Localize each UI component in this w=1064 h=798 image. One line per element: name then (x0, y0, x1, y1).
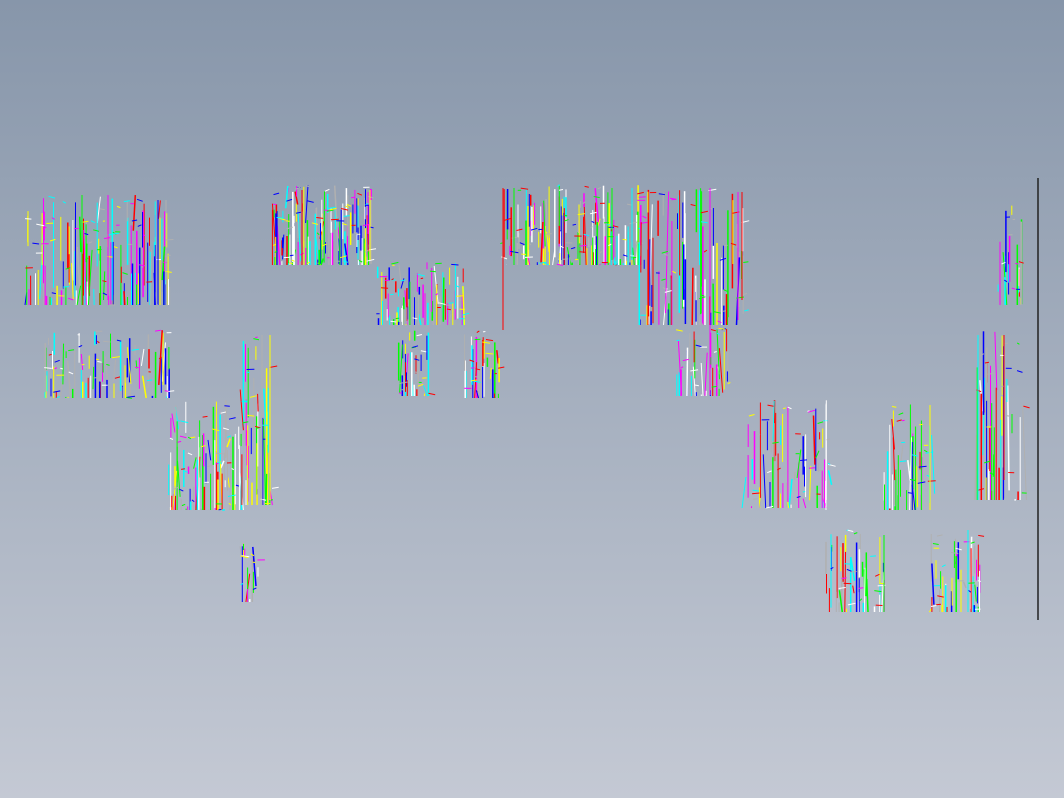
geometry-stroke (691, 267, 694, 326)
geometry-stroke (752, 498, 758, 500)
geometry-stroke (165, 239, 174, 241)
geometry-stroke (330, 218, 339, 221)
geometry-stroke (92, 366, 95, 390)
drawing-canvas[interactable] (0, 0, 1064, 798)
geometry-stroke (103, 340, 111, 343)
geometry-stroke (722, 310, 726, 312)
geometry-stroke (150, 249, 152, 306)
geometry-stroke (579, 244, 587, 247)
geometry-stroke (392, 264, 395, 267)
geometry-stroke (255, 336, 258, 339)
geometry-stroke (843, 582, 852, 585)
geometry-stroke (802, 491, 806, 493)
geometry-stroke (984, 361, 989, 364)
geometry-stroke (181, 468, 185, 470)
geometry-stroke (215, 452, 224, 455)
geometry-stroke (800, 459, 808, 461)
geometry-stroke (81, 363, 85, 366)
geometry-stroke (752, 492, 760, 495)
geometry-stroke (168, 390, 175, 392)
geometry-stroke (723, 244, 728, 247)
geometry-stroke (257, 393, 259, 412)
geometry-stroke (858, 587, 864, 589)
geometry-stroke (807, 410, 810, 412)
geometry-stroke (456, 295, 464, 297)
geometry-stroke (351, 196, 355, 199)
geometry-stroke (146, 379, 153, 382)
geometry-stroke (562, 258, 569, 260)
cad-viewport[interactable] (0, 0, 1064, 798)
geometry-stroke (25, 218, 32, 220)
geometry-stroke (217, 462, 223, 464)
geometry-stroke (458, 299, 462, 301)
geometry-stroke (395, 317, 400, 320)
geometry-stroke (808, 467, 816, 469)
geometry-stroke (429, 270, 436, 273)
geometry-stroke (902, 419, 905, 422)
geometry-stroke (442, 277, 445, 322)
geometry-stroke (123, 291, 126, 306)
geometry-stroke (380, 287, 389, 289)
geometry-stroke (899, 460, 907, 463)
geometry-stroke (142, 234, 146, 236)
geometry-stroke (93, 288, 95, 306)
geometry-stroke (1015, 262, 1019, 265)
geometry-stroke (420, 277, 424, 280)
geometry-stroke (285, 220, 290, 222)
geometry-stroke (575, 258, 579, 261)
geometry-stroke (215, 462, 219, 465)
geometry-stroke (489, 352, 492, 372)
geometry-stroke (711, 385, 717, 388)
geometry-stroke (712, 283, 715, 326)
geometry-stroke (289, 254, 294, 257)
geometry-stroke (202, 415, 208, 418)
geometry-stroke (63, 286, 70, 288)
geometry-stroke (849, 571, 857, 573)
geometry-stroke (95, 358, 100, 361)
viewport-background (0, 0, 1064, 798)
geometry-stroke (870, 555, 876, 557)
geometry-stroke (558, 189, 564, 191)
geometry-stroke (435, 262, 442, 265)
geometry-stroke (62, 343, 64, 385)
geometry-stroke (936, 603, 941, 606)
geometry-stroke (545, 233, 552, 235)
geometry-stroke (686, 347, 689, 397)
geometry-stroke (224, 405, 230, 407)
geometry-stroke (622, 238, 627, 241)
geometry-stroke (446, 308, 451, 311)
geometry-stroke (757, 433, 761, 436)
geometry-stroke (451, 263, 459, 266)
geometry-stroke (891, 406, 897, 408)
